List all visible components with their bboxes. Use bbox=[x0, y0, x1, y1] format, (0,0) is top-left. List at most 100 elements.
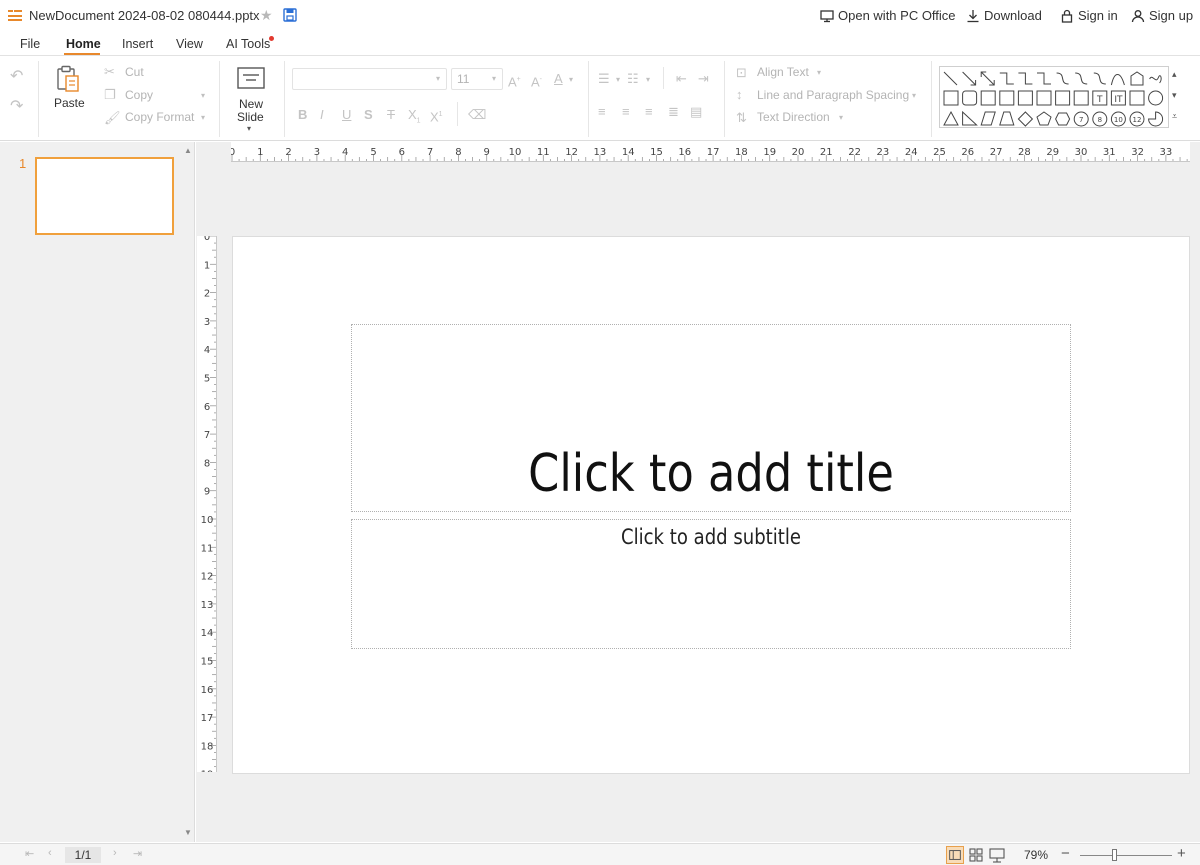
thumbnail-scroll-down-icon[interactable]: ▼ bbox=[184, 828, 192, 837]
line-spacing-button[interactable]: Line and Paragraph Spacing bbox=[757, 88, 909, 102]
decagon-shape-icon[interactable]: 10 bbox=[1110, 111, 1126, 127]
plaque-shape-icon[interactable] bbox=[1055, 90, 1071, 106]
shapes-expand-icon[interactable]: ⩡ bbox=[1172, 111, 1177, 122]
triangle-shape-icon[interactable] bbox=[943, 110, 959, 126]
sign-in-button[interactable]: Sign in bbox=[1060, 8, 1118, 23]
diamond-shape-icon[interactable] bbox=[1017, 111, 1034, 127]
snip-two-shape-icon[interactable] bbox=[999, 90, 1015, 106]
font-size-select[interactable]: 11 ▾ bbox=[451, 68, 503, 90]
new-slide-chevron-icon[interactable]: ▾ bbox=[247, 124, 251, 133]
bullet-list-chevron-icon[interactable]: ▾ bbox=[616, 75, 620, 84]
font-color-icon[interactable]: A bbox=[554, 71, 563, 87]
align-text-chevron-icon[interactable]: ▾ bbox=[817, 68, 821, 77]
increase-font-icon[interactable]: A+ bbox=[508, 72, 521, 90]
snip-corner-shape-icon[interactable] bbox=[980, 90, 996, 106]
undo-icon[interactable]: ↶ bbox=[10, 69, 23, 85]
pie-shape-icon[interactable] bbox=[1148, 111, 1164, 127]
star-icon[interactable]: ★ bbox=[260, 7, 273, 23]
dodecagon-shape-icon[interactable]: 12 bbox=[1129, 111, 1145, 127]
paste-button[interactable]: Paste bbox=[54, 96, 85, 110]
title-placeholder[interactable]: Click to add title bbox=[351, 324, 1071, 512]
new-slide-button-line2[interactable]: Slide bbox=[237, 110, 264, 124]
rounded-rectangle-shape-icon[interactable] bbox=[962, 90, 978, 106]
frame-shape-icon[interactable] bbox=[1073, 90, 1089, 106]
normal-view-icon[interactable] bbox=[946, 846, 964, 864]
decrease-indent-icon[interactable]: ⇤ bbox=[676, 71, 687, 87]
new-slide-button[interactable]: New bbox=[239, 97, 263, 111]
curve-double-shape-icon[interactable] bbox=[1093, 72, 1106, 85]
open-with-pc-office-button[interactable]: Open with PC Office bbox=[820, 8, 956, 23]
line-spacing-chevron-icon[interactable]: ▾ bbox=[912, 91, 916, 100]
save-icon[interactable] bbox=[283, 8, 297, 22]
tab-insert[interactable]: Insert bbox=[122, 37, 153, 51]
previous-page-icon[interactable]: ‹ bbox=[48, 847, 52, 859]
tab-view[interactable]: View bbox=[176, 37, 203, 51]
align-text-button[interactable]: Align Text bbox=[757, 65, 809, 79]
text-box-shape-icon[interactable]: T bbox=[1092, 90, 1108, 106]
elbow-shape-icon[interactable] bbox=[999, 72, 1014, 85]
redo-icon[interactable]: ↷ bbox=[10, 99, 23, 115]
scribble-shape-icon[interactable] bbox=[1130, 71, 1144, 86]
sign-up-button[interactable]: Sign up bbox=[1131, 8, 1193, 23]
slide-thumbnail[interactable] bbox=[35, 157, 174, 235]
font-color-chevron-icon[interactable]: ▾ bbox=[569, 75, 573, 84]
justify-icon[interactable]: ≣ bbox=[668, 104, 679, 120]
copy-button[interactable]: Copy bbox=[125, 88, 153, 102]
tab-ai-tools[interactable]: AI Tools bbox=[226, 37, 270, 51]
octagon-shape-icon[interactable]: 8 bbox=[1092, 111, 1108, 127]
italic-icon[interactable]: I bbox=[320, 107, 324, 123]
align-left-icon[interactable]: ≡ bbox=[598, 104, 606, 120]
zoom-slider-track[interactable] bbox=[1080, 855, 1172, 856]
tab-file[interactable]: File bbox=[20, 37, 40, 51]
double-arrow-shape-icon[interactable] bbox=[980, 71, 995, 86]
round-two-shape-icon[interactable] bbox=[1036, 90, 1052, 106]
copy-dropdown-chevron-icon[interactable]: ▾ bbox=[201, 91, 205, 100]
subscript-icon[interactable]: X1 bbox=[408, 107, 421, 130]
rectangle-shape-icon[interactable] bbox=[943, 90, 959, 106]
distributed-icon[interactable]: ▤ bbox=[690, 104, 702, 120]
text-direction-button[interactable]: Text Direction bbox=[757, 110, 830, 124]
heptagon-shape-icon[interactable]: 7 bbox=[1073, 111, 1089, 127]
right-triangle-shape-icon[interactable] bbox=[962, 110, 978, 126]
arrow-shape-icon[interactable] bbox=[962, 71, 977, 86]
numbered-list-chevron-icon[interactable]: ▾ bbox=[646, 75, 650, 84]
superscript-icon[interactable]: X1 bbox=[430, 107, 443, 125]
line-shape-icon[interactable] bbox=[943, 71, 958, 86]
underline-icon[interactable]: U bbox=[342, 107, 351, 123]
next-page-icon[interactable]: › bbox=[113, 847, 117, 859]
subtitle-placeholder[interactable]: Click to add subtitle bbox=[351, 519, 1071, 649]
copy-format-button[interactable]: Copy Format bbox=[125, 110, 194, 124]
shadow-icon[interactable]: S bbox=[364, 107, 373, 123]
increase-indent-icon[interactable]: ⇥ bbox=[698, 71, 709, 87]
bold-icon[interactable]: B bbox=[298, 107, 307, 123]
zoom-slider-thumb[interactable] bbox=[1112, 849, 1118, 861]
align-right-icon[interactable]: ≡ bbox=[645, 104, 653, 120]
paste-icon[interactable] bbox=[55, 65, 81, 93]
shapes-scroll-down-icon[interactable]: ▾ bbox=[1172, 90, 1177, 101]
decrease-font-icon[interactable]: A- bbox=[531, 72, 542, 90]
freeform-shape-icon[interactable] bbox=[1110, 74, 1125, 86]
page-indicator[interactable]: 1/1 bbox=[65, 847, 101, 863]
document-title[interactable]: NewDocument 2024-08-02 080444.pptx bbox=[29, 8, 260, 23]
numbered-list-icon[interactable]: ☷ bbox=[627, 71, 639, 87]
hexagon-shape-icon[interactable] bbox=[1055, 112, 1071, 126]
elbow-double-shape-icon[interactable] bbox=[1037, 72, 1051, 85]
shapes-gallery[interactable]: T IT 7 8 10 12 bbox=[939, 66, 1169, 128]
thumbnail-scroll-up-icon[interactable]: ▲ bbox=[184, 146, 192, 155]
strikethrough-icon[interactable]: T bbox=[387, 107, 395, 123]
new-slide-icon[interactable] bbox=[237, 67, 265, 89]
curve-arrow-shape-icon[interactable] bbox=[1075, 72, 1088, 85]
zoom-level[interactable]: 79% bbox=[1024, 848, 1048, 862]
trapezoid-shape-icon[interactable] bbox=[999, 111, 1015, 126]
pentagon-shape-icon[interactable] bbox=[1036, 111, 1052, 126]
shadow-box-shape-icon[interactable] bbox=[1129, 90, 1145, 106]
first-page-icon[interactable]: ⇤ bbox=[25, 847, 34, 860]
copy-format-chevron-icon[interactable]: ▾ bbox=[201, 113, 205, 122]
last-page-icon[interactable]: ⇥ bbox=[133, 847, 142, 860]
align-center-icon[interactable]: ≡ bbox=[622, 104, 630, 120]
zoom-out-icon[interactable]: − bbox=[1061, 845, 1070, 862]
tab-home[interactable]: Home bbox=[66, 37, 101, 51]
download-button[interactable]: Download bbox=[966, 8, 1042, 23]
font-name-select[interactable]: ▾ bbox=[292, 68, 447, 90]
slideshow-view-icon[interactable] bbox=[988, 846, 1006, 864]
